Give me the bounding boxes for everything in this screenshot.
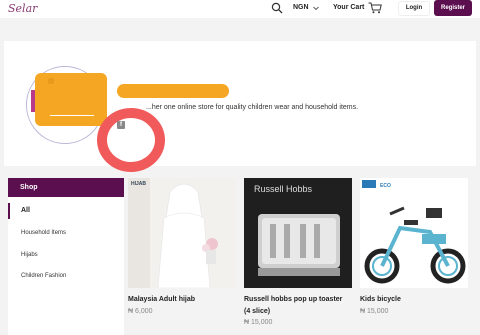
product-image-toaster[interactable]: Russell Hobbs [244, 178, 352, 288]
cart-link[interactable]: Your Cart [333, 4, 364, 11]
product-title-bicycle[interactable]: Kids bicycle [360, 294, 401, 306]
product-image-bicycle[interactable]: ECO [360, 178, 468, 288]
sidebar-item-all[interactable]: All [8, 203, 124, 219]
bicycle-brand-text: ECO [380, 183, 391, 189]
product-price-hijab: ₦ 6,000 [128, 308, 153, 315]
product-image-hijab[interactable]: HIJAB [128, 178, 236, 288]
redaction-block-avatar [35, 73, 107, 126]
product-title-toaster[interactable]: Russell hobbs pop up toaster (4 slice) [244, 294, 342, 318]
shop-sidebar-title: Shop [8, 178, 124, 197]
chevron-down-icon[interactable] [312, 4, 320, 12]
redaction-block-name [117, 84, 229, 98]
selar-logo[interactable]: Selar [8, 2, 37, 15]
currency-selector[interactable]: NGN [293, 4, 309, 11]
register-button[interactable]: Register [434, 0, 472, 16]
toaster-brand-text: Russell Hobbs [254, 184, 313, 194]
product-price-toaster: ₦ 15,000 [244, 319, 273, 326]
product-price-bicycle: ₦ 15,000 [360, 308, 389, 315]
product-title-hijab[interactable]: Malaysia Adult hijab [128, 294, 195, 306]
hijab-brand-tag: HIJAB [131, 181, 146, 187]
search-icon[interactable] [271, 2, 283, 14]
product-title-line-1: Russell hobbs pop up toaster [244, 296, 343, 303]
product-title-line-2: (4 slice) [244, 308, 271, 315]
cart-icon[interactable] [368, 2, 382, 14]
login-button[interactable]: Login [398, 1, 430, 16]
annotation-circle [97, 108, 165, 172]
sidebar-item-hijabs[interactable]: Hijabs [8, 247, 124, 263]
redaction-mark [48, 78, 54, 84]
store-description: ...her one online store for quality chil… [146, 104, 359, 111]
facebook-icon[interactable]: f [117, 121, 125, 129]
sidebar-item-children-fashion[interactable]: Children Fashion [8, 268, 124, 284]
sidebar-item-household-items[interactable]: Household Items [8, 225, 124, 241]
redaction-line [50, 115, 94, 116]
